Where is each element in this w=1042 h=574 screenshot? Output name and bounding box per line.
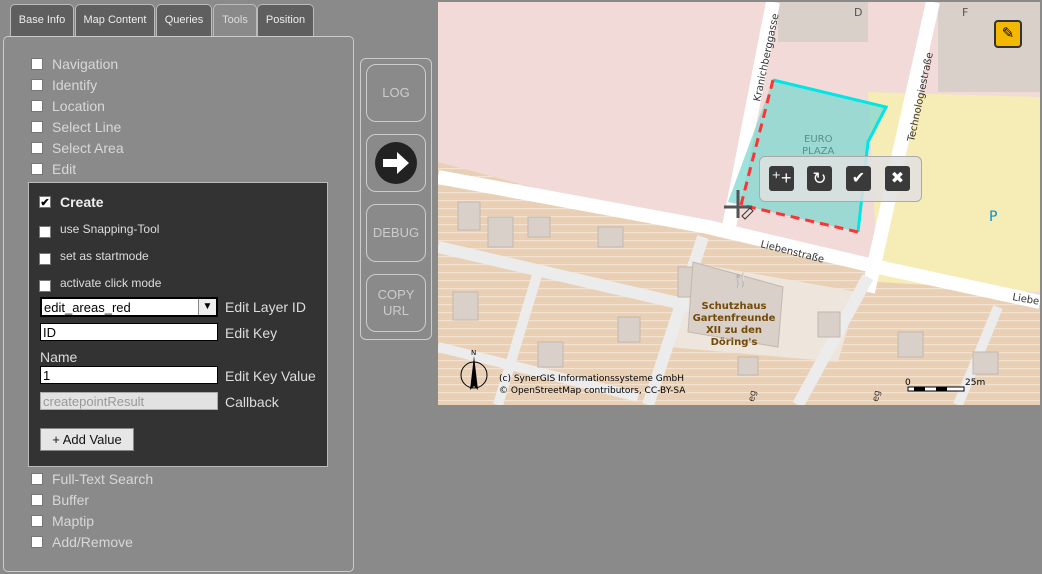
edit-key-value-label: Edit Key Value <box>225 368 316 384</box>
checkbox[interactable] <box>31 515 43 527</box>
tool-identify[interactable]: Identify <box>31 75 97 95</box>
edit-key-input[interactable]: ID <box>40 323 218 341</box>
label: Maptip <box>52 513 95 529</box>
tab-base-info[interactable]: Base Info <box>10 4 74 36</box>
map-label-d: D <box>854 6 862 19</box>
tool-select-line[interactable]: Select Line <box>31 117 121 137</box>
street-label-eg-1: eg <box>747 390 759 403</box>
edit-pencil-icon: ✎ <box>1001 25 1015 42</box>
map-label-euro: EURO <box>804 134 833 145</box>
edit-layer-id-label: Edit Layer ID <box>225 299 306 315</box>
label: Navigation <box>52 56 119 72</box>
add-vertex-button[interactable]: ⁺+ <box>769 166 794 191</box>
select-value: edit_areas_red <box>44 300 131 315</box>
option-startmode[interactable]: set as startmode <box>39 247 149 265</box>
label: activate click mode <box>60 276 162 290</box>
scale-end: 25m <box>965 378 985 388</box>
arrow-button[interactable] <box>366 134 426 192</box>
north-label: N <box>471 349 476 357</box>
callback-label: Callback <box>225 394 279 410</box>
checkbox[interactable] <box>39 253 51 265</box>
label: Identify <box>52 77 98 93</box>
checkbox[interactable] <box>31 100 43 112</box>
poi-label-line1: Schutzhaus <box>702 301 767 312</box>
checkbox[interactable] <box>31 536 43 548</box>
label: Select Line <box>52 119 122 135</box>
chevron-down-icon[interactable]: ▼ <box>198 299 216 315</box>
close-icon: ✖ <box>890 170 905 187</box>
tool-maptip[interactable]: Maptip <box>31 511 94 531</box>
tab-tools[interactable]: Tools <box>213 4 257 36</box>
label: Buffer <box>52 492 90 508</box>
log-button[interactable]: LOG <box>366 64 426 122</box>
map-label-f: F <box>962 6 968 19</box>
label: Create <box>60 194 104 210</box>
tool-add-remove[interactable]: Add/Remove <box>31 532 133 552</box>
checkbox[interactable] <box>31 121 43 133</box>
restaurant-icon: 🍴 <box>732 272 749 289</box>
arrow-right-icon <box>375 142 417 184</box>
edit-key-label: Edit Key <box>225 325 278 341</box>
checkbox[interactable] <box>39 226 51 238</box>
map-canvas[interactable]: D F Kranichberggasse Technologiestraße E… <box>438 2 1040 405</box>
label: Add/Remove <box>52 534 133 550</box>
add-value-button[interactable]: + Add Value <box>40 428 134 451</box>
tool-select-area[interactable]: Select Area <box>31 138 124 158</box>
poi-label-line3: XII zu den <box>706 325 762 336</box>
checkbox[interactable] <box>31 473 43 485</box>
tool-navigation[interactable]: Navigation <box>31 54 118 74</box>
edit-layer-select[interactable]: edit_areas_red ▼ <box>40 297 218 317</box>
label: Location <box>52 98 105 114</box>
label: Select Area <box>52 140 124 156</box>
parking-label: P <box>989 209 997 225</box>
tool-full-text-search[interactable]: Full-Text Search <box>31 469 153 489</box>
create-section: ✔ Create use Snapping-Tool set as startmo… <box>28 182 328 467</box>
street-label-eg-2: eg <box>871 390 883 403</box>
edit-mode-button[interactable]: ✎ <box>994 20 1022 48</box>
option-snapping[interactable]: use Snapping-Tool <box>39 220 159 238</box>
scale-start: 0 <box>905 378 911 388</box>
name-label: Name <box>40 349 78 365</box>
attribution-synergis: (c) SynerGIS Informationssysteme GmbH <box>499 374 684 384</box>
checkbox[interactable] <box>39 280 51 292</box>
edit-toolbar: ⁺+ ↻ ✔ ✖ <box>759 156 922 202</box>
debug-button[interactable]: DEBUG <box>366 204 426 262</box>
rotate-icon: ↻ <box>812 169 827 188</box>
map-view[interactable]: D F Kranichberggasse Technologiestraße E… <box>438 2 1040 405</box>
cancel-button[interactable]: ✖ <box>885 166 910 191</box>
checkbox[interactable] <box>31 58 43 70</box>
tab-queries[interactable]: Queries <box>156 4 212 36</box>
label: Full-Text Search <box>52 471 154 487</box>
tool-location[interactable]: Location <box>31 96 105 116</box>
attribution-osm: © OpenStreetMap contributors, CC-BY-SA <box>499 386 686 396</box>
checkbox[interactable] <box>31 163 43 175</box>
checkbox[interactable] <box>31 494 43 506</box>
callback-input[interactable]: createpointResult <box>40 392 218 410</box>
checkbox[interactable] <box>31 142 43 154</box>
checkbox[interactable] <box>31 79 43 91</box>
edit-key-value-input[interactable]: 1 <box>40 366 218 384</box>
poi-label-line4: Döring's <box>711 337 758 348</box>
tool-edit[interactable]: Edit <box>31 159 76 179</box>
copy-url-button[interactable]: COPY URL <box>366 274 426 332</box>
label: Edit <box>52 161 77 177</box>
undo-button[interactable]: ↻ <box>807 166 832 191</box>
confirm-button[interactable]: ✔ <box>846 166 871 191</box>
label: set as startmode <box>60 249 149 263</box>
option-click-mode[interactable]: activate click mode <box>39 274 161 292</box>
tab-map-content[interactable]: Map Content <box>75 4 155 36</box>
label: use Snapping-Tool <box>60 222 160 236</box>
check-icon: ✔ <box>851 170 866 187</box>
poi-label-line2: Gartenfreunde <box>693 313 776 324</box>
add-point-icon: ⁺+ <box>771 168 792 188</box>
create-toggle[interactable]: ✔ Create <box>39 194 104 210</box>
tab-position[interactable]: Position <box>257 4 314 36</box>
checkbox-checked[interactable]: ✔ <box>39 196 51 209</box>
tool-buffer[interactable]: Buffer <box>31 490 89 510</box>
